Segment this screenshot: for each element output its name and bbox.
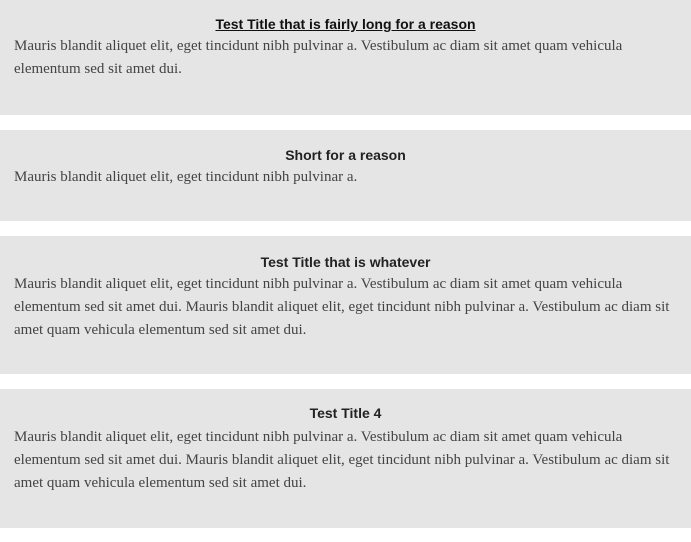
card-body-text: Mauris blandit aliquet elit, eget tincid… [14, 429, 670, 491]
card-title: Short for a reason [285, 147, 406, 163]
card-body-text: Mauris blandit aliquet elit, eget tincid… [14, 169, 358, 185]
card-title: Test Title that is fairly long for a rea… [14, 0, 677, 32]
card-title: Test Title 4 [309, 405, 382, 421]
card: Test Title that is fairly long for a rea… [0, 0, 691, 115]
card-body-text: Mauris blandit aliquet elit, eget tincid… [14, 276, 670, 338]
card-body-text: Mauris blandit aliquet elit, eget tincid… [14, 38, 623, 77]
card: Test Title that is whatever Mauris bland… [0, 236, 691, 374]
card-title: Test Title that is whatever [260, 254, 431, 270]
card: Short for a reason Mauris blandit alique… [0, 130, 691, 221]
card: Test Title 4 Mauris blandit aliquet elit… [0, 389, 691, 528]
card-title-link[interactable]: Test Title that is fairly long for a rea… [215, 16, 475, 32]
